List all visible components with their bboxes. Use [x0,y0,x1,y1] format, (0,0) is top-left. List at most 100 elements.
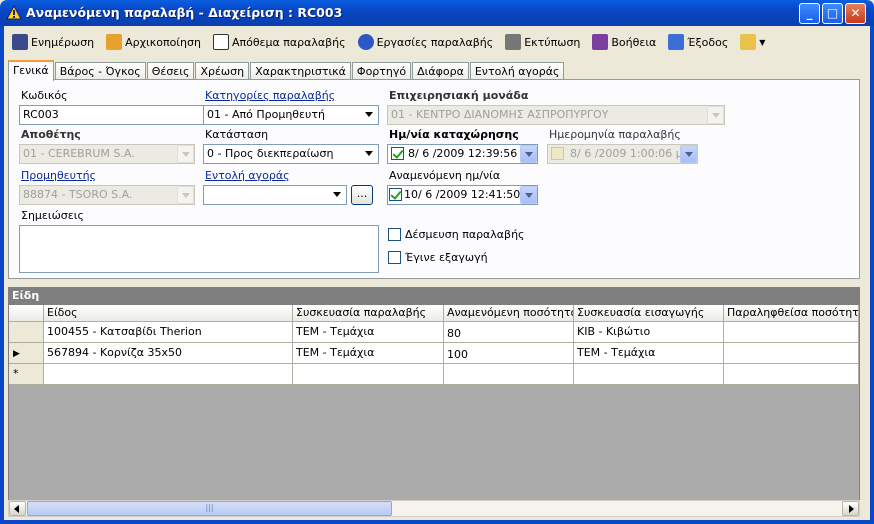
cell-import-packaging[interactable] [574,364,724,385]
column-header-received-quantity[interactable]: Παραληφθείσα ποσότητα [724,305,859,322]
business-unit-label: Επιχειρησιακή μονάδα [389,89,529,102]
reset-icon [106,34,123,50]
cell-item[interactable] [44,364,293,385]
cell-receipt-packaging[interactable]: TEM - Τεμάχια [293,343,444,364]
tab-misc[interactable]: Διάφορα [412,62,469,80]
new-row-marker[interactable]: * [9,364,44,385]
column-header-expected-quantity[interactable]: Αναμενόμενη ποσότητα [444,305,574,322]
tab-charge[interactable]: Χρέωση [195,62,250,80]
category-link[interactable]: Κατηγορίες παραλαβής [205,89,335,102]
registration-date-picker[interactable]: 8/ 6 /2009 12:39:56 μμ [387,144,538,164]
row-selector[interactable]: ▶ [9,343,44,364]
title-bar: Αναμενόμενη παραλαβή - Διαχείριση : RC00… [0,0,874,26]
print-button[interactable]: Εκτύπωση [501,31,584,53]
registration-date-label: Ημ/νία καταχώρησης [389,128,519,141]
tab-general[interactable]: Γενικά [8,60,54,81]
new-table-row[interactable]: * [9,364,859,385]
supplier-value: 88874 - TSORO S.A. [23,188,133,201]
update-label: Ενημέρωση [31,35,95,49]
chevron-down-icon[interactable] [361,106,378,124]
supplier-link[interactable]: Προμηθευτής [21,169,96,182]
reserve-label: Δέσμευση παραλαβής [405,228,525,241]
chevron-down-icon[interactable] [520,145,537,163]
reset-button[interactable]: Αρχικοποίηση [102,31,205,53]
purchase-order-link[interactable]: Εντολή αγοράς [205,169,290,182]
cell-import-packaging[interactable]: TEM - Τεμάχια [574,343,724,364]
close-icon: ✕ [850,6,861,20]
cell-received-quantity[interactable] [724,322,859,343]
cell-expected-quantity[interactable]: 80 [444,322,574,343]
expected-date-label: Αναμενόμενη ημ/νία [389,169,501,182]
exit-icon [668,34,685,50]
status-value: 0 - Προς διεκπεραίωση [207,147,334,160]
table-row[interactable]: 100455 - Κατσαβίδι Therion TEM - Τεμάχια… [9,322,859,343]
help-label: Βοήθεια [611,35,657,49]
current-row-arrow-icon: ▶ [13,349,20,359]
update-button[interactable]: Ενημέρωση [8,31,98,53]
reset-label: Αρχικοποίηση [125,35,201,49]
business-unit-value: 01 - ΚΕΝΤΡΟ ΔΙΑΝΟΜΗΣ ΑΣΠΡΟΠΥΡΓΟΥ [391,108,609,121]
tasks-button[interactable]: Εργασίες παραλαβής [354,31,498,53]
cell-item[interactable]: 100455 - Κατσαβίδι Therion [44,322,293,343]
depositor-label: Αποθέτης [21,128,81,141]
exit-button[interactable]: Έξοδος [664,31,732,53]
tab-positions[interactable]: Θέσεις [146,62,195,80]
stock-button[interactable]: Απόθεμα παραλαβής [209,31,350,53]
row-selector[interactable] [9,322,44,343]
close-button[interactable]: ✕ [845,3,866,24]
help-button[interactable]: Βοήθεια [588,31,660,53]
purchase-order-browse-button[interactable]: ... [351,185,373,205]
chevron-down-icon[interactable] [329,186,346,204]
column-header-item[interactable]: Είδος [44,305,293,322]
notes-field[interactable] [19,225,379,273]
purchase-order-select[interactable] [203,185,347,205]
print-icon [505,34,522,50]
horizontal-scrollbar[interactable]: ||| [8,500,860,517]
exported-checkbox[interactable] [388,251,401,264]
tab-truck[interactable]: Φορτηγό [351,62,412,80]
cell-receipt-packaging[interactable]: TEM - Τεμάχια [293,322,444,343]
status-select[interactable]: 0 - Προς διεκπεραίωση [203,144,379,164]
maximize-button[interactable]: □ [822,3,843,24]
depositor-value: 01 - CEREBRUM S.A. [23,147,135,160]
grid-header-row: Είδος Συσκευασία παραλαβής Αναμενόμενη π… [9,305,859,322]
scroll-left-button[interactable] [9,501,26,516]
cell-import-packaging[interactable]: KIB - Κιβώτιο [574,322,724,343]
supplier-select: 88874 - TSORO S.A. [19,185,195,205]
registration-date-checkbox[interactable] [391,147,404,160]
exported-label: Έγινε εξαγωγή [405,251,488,264]
column-header-import-packaging[interactable]: Συσκευασία εισαγωγής [574,305,724,322]
tab-weight-volume[interactable]: Βάρος - Όγκος [54,62,146,80]
expected-date-checkbox[interactable] [389,188,402,201]
tab-characteristics[interactable]: Χαρακτηριστικά [250,62,351,80]
table-row[interactable]: ▶ 567894 - Κορνίζα 35x50 TEM - Τεμάχια 1… [9,343,859,364]
cell-expected-quantity[interactable]: 100 [444,343,574,364]
cell-received-quantity[interactable] [724,364,859,385]
stock-label: Απόθεμα παραλαβής [231,35,346,49]
tab-purchase-order[interactable]: Εντολή αγοράς [469,62,565,80]
cell-received-quantity[interactable] [724,343,859,364]
scroll-thumb[interactable]: ||| [27,501,392,516]
code-field[interactable]: RC003 [19,105,204,125]
cell-item[interactable]: 567894 - Κορνίζα 35x50 [44,343,293,364]
cell-expected-quantity[interactable] [444,364,574,385]
column-header-receipt-packaging[interactable]: Συσκευασία παραλαβής [293,305,444,322]
code-label: Κωδικός [21,89,68,102]
reserve-checkbox[interactable] [388,228,401,241]
depositor-select: 01 - CEREBRUM S.A. [19,144,195,164]
minimize-button[interactable]: _ [799,3,820,24]
notes-label: Σημειώσεις [21,209,84,222]
warning-icon [6,5,22,20]
cell-receipt-packaging[interactable] [293,364,444,385]
expected-date-picker[interactable]: 10/ 6 /2009 12:41:50 μμ [387,185,538,205]
receipt-date-value: 8/ 6 /2009 1:00:06 μμ [570,147,690,160]
category-value: 01 - Από Προμηθευτή [207,108,325,121]
chevron-down-icon[interactable] [520,186,537,204]
chevron-down-icon[interactable] [361,145,378,163]
chevron-down-icon [707,106,724,124]
items-grid: Είδος Συσκευασία παραλαβής Αναμενόμενη π… [8,304,860,514]
more-options-button[interactable]: ▼ [736,31,769,53]
business-unit-select: 01 - ΚΕΝΤΡΟ ΔΙΑΝΟΜΗΣ ΑΣΠΡΟΠΥΡΓΟΥ [387,105,725,125]
scroll-right-button[interactable] [842,501,859,516]
category-select[interactable]: 01 - Από Προμηθευτή [203,105,379,125]
